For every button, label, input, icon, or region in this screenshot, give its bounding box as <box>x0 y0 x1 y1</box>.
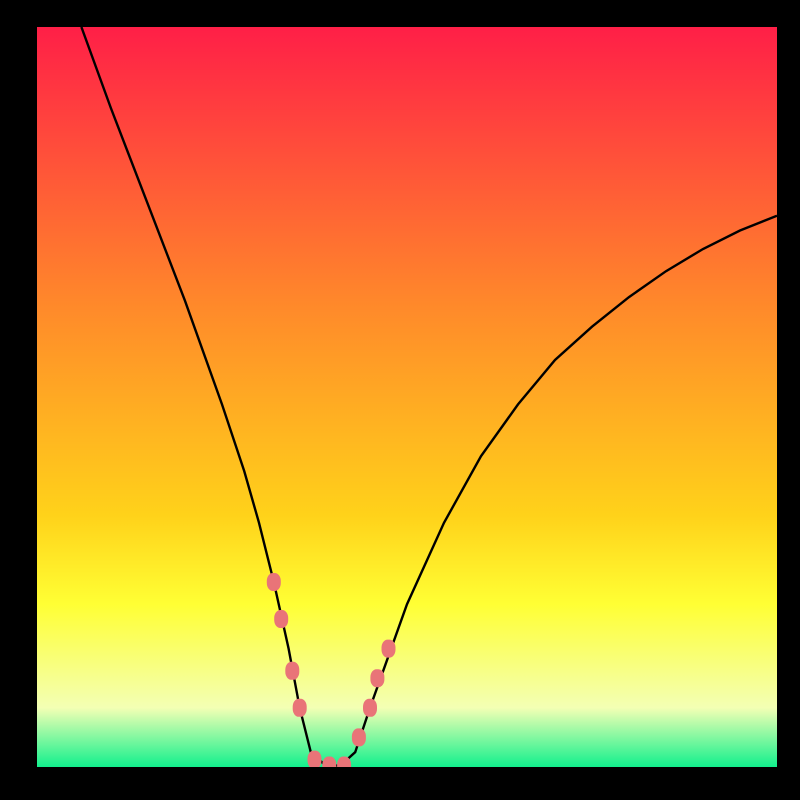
highlight-marker <box>308 751 322 767</box>
frame-bottom <box>0 767 800 800</box>
highlight-markers <box>267 573 396 767</box>
frame-left <box>0 0 37 800</box>
bottleneck-line-chart <box>37 27 777 767</box>
highlight-marker <box>322 757 336 767</box>
highlight-marker <box>293 699 307 717</box>
highlight-marker <box>363 699 377 717</box>
frame-right <box>777 0 800 800</box>
plot-area <box>37 27 777 767</box>
frame-top <box>0 0 800 27</box>
highlight-marker <box>285 662 299 680</box>
highlight-marker <box>274 610 288 628</box>
highlight-marker <box>352 728 366 746</box>
highlight-marker <box>370 669 384 687</box>
highlight-marker <box>382 640 396 658</box>
highlight-marker <box>267 573 281 591</box>
bottleneck-curve <box>81 27 777 766</box>
